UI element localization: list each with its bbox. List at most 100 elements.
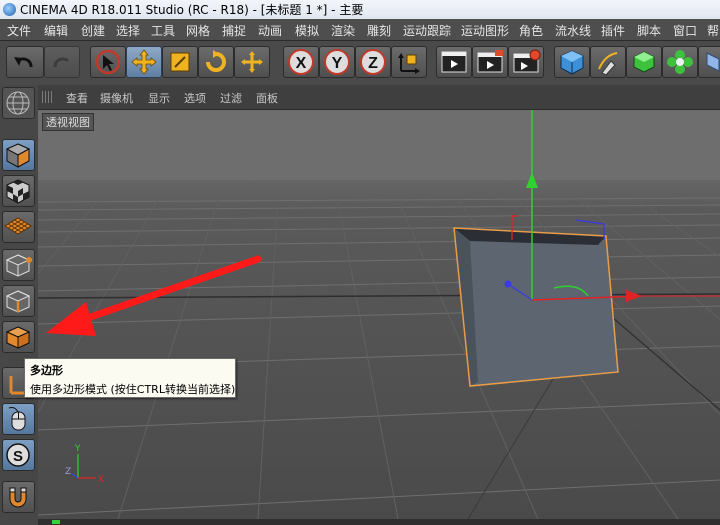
checker-cube-icon	[6, 179, 30, 204]
cinema4d-logo-icon	[3, 3, 16, 16]
undo-icon	[14, 57, 33, 68]
edge-mode-button[interactable]	[2, 285, 35, 317]
menu-script[interactable]: 脚本	[637, 22, 661, 39]
magnet-button[interactable]	[2, 481, 35, 513]
redo-icon	[53, 57, 70, 68]
tweak-mode-button[interactable]	[2, 403, 35, 435]
scale-icon	[170, 52, 190, 72]
pen-icon	[598, 52, 618, 76]
polygon-mode-tooltip: 多边形 使用多边形模式 (按住CTRL转换当前选择)	[24, 358, 236, 398]
sphere-icon	[706, 52, 720, 72]
move-last-icon	[241, 51, 263, 73]
y-axis-label: Y	[332, 55, 343, 72]
menu-render[interactable]: 渲染	[331, 22, 355, 39]
snap-button[interactable]: S	[2, 439, 35, 471]
select-arrow-icon	[95, 49, 121, 75]
viewport-menu-filter[interactable]: 过滤	[220, 90, 242, 106]
menu-sculpt[interactable]: 雕刻	[367, 22, 391, 39]
menu-window[interactable]: 窗口	[673, 22, 697, 39]
grid-plane-icon	[4, 217, 32, 235]
model-mode-button[interactable]	[2, 139, 35, 171]
render-picture-icon	[477, 50, 503, 73]
main-toolbar: X Y Z	[0, 41, 720, 86]
x-axis-icon: X	[288, 49, 314, 75]
add-sphere-button[interactable]	[698, 46, 720, 78]
last-tool-button[interactable]	[234, 46, 270, 78]
viewport-menu-panel[interactable]: 面板	[256, 90, 278, 106]
globe-icon	[6, 91, 30, 115]
undo-button[interactable]	[6, 46, 44, 78]
cloner-button[interactable]	[662, 46, 698, 78]
cube-model-icon	[5, 143, 31, 168]
point-mode-button[interactable]	[2, 249, 35, 281]
polygon-mode-button[interactable]	[2, 321, 35, 353]
viewport-scene: Y Z X	[38, 110, 720, 519]
viewport-menu-cameras[interactable]: 摄像机	[100, 90, 133, 106]
title-bar: CINEMA 4D R18.011 Studio (RC - R18) - [未…	[0, 0, 720, 20]
menu-tools[interactable]: 工具	[151, 22, 175, 39]
menu-pipeline[interactable]: 流水线	[555, 22, 591, 39]
render-settings-button[interactable]	[508, 46, 544, 78]
world-coords-icon	[398, 53, 420, 74]
menu-character[interactable]: 角色	[519, 22, 543, 39]
menu-select[interactable]: 选择	[116, 22, 140, 39]
x-axis-button[interactable]: X	[283, 46, 319, 78]
perspective-viewport[interactable]: Y Z X 透视视图	[38, 110, 720, 519]
menu-file[interactable]: 文件	[7, 22, 31, 39]
move-icon	[131, 49, 157, 75]
mouse-icon	[8, 407, 26, 431]
x-axis-label: X	[296, 55, 307, 72]
move-tool-button[interactable]	[126, 46, 162, 78]
point-mode-icon	[5, 254, 32, 277]
menu-motion-tracking[interactable]: 运动跟踪	[403, 22, 451, 39]
tooltip-description: 使用多边形模式 (按住CTRL转换当前选择)	[30, 383, 236, 396]
menu-edit[interactable]: 编辑	[44, 22, 68, 39]
add-cube-button[interactable]	[554, 46, 590, 78]
y-axis-button[interactable]: Y	[319, 46, 355, 78]
window-title: CINEMA 4D R18.011 Studio (RC - R18) - [未…	[20, 3, 364, 17]
menu-snap[interactable]: 捕捉	[222, 22, 246, 39]
corner-axis-y-label: Y	[74, 444, 81, 454]
grip-icon	[42, 91, 54, 103]
redo-button[interactable]	[44, 46, 80, 78]
viewport-menu-options[interactable]: 选项	[184, 90, 206, 106]
magnet-icon	[9, 487, 27, 508]
viewport-menu-display[interactable]: 显示	[148, 90, 170, 106]
z-axis-label: Z	[368, 55, 378, 72]
menu-create[interactable]: 创建	[81, 22, 105, 39]
render-view-icon	[441, 51, 467, 73]
subdivision-icon	[633, 51, 655, 73]
tooltip-title: 多边形	[30, 364, 63, 377]
texture-mode-button[interactable]	[2, 175, 35, 207]
make-editable-button[interactable]	[2, 87, 35, 119]
scale-tool-button[interactable]	[162, 46, 198, 78]
viewport-label: 透视视图	[42, 113, 94, 131]
menu-help[interactable]: 帮	[707, 22, 719, 39]
corner-axis-z-label: Z	[65, 467, 71, 477]
y-axis-icon: Y	[324, 49, 350, 75]
menu-animate[interactable]: 动画	[258, 22, 282, 39]
render-picture-viewer-button[interactable]	[472, 46, 508, 78]
z-axis-button[interactable]: Z	[355, 46, 391, 78]
menu-bar: 文件 编辑 创建 选择 工具 网格 捕捉 动画 模拟 渲染 雕刻 运动跟踪 运动…	[0, 19, 720, 41]
viewport-menu-bar: 查看 摄像机 显示 选项 过滤 面板	[38, 85, 720, 110]
render-settings-icon	[513, 49, 541, 73]
pen-tool-button[interactable]	[590, 46, 626, 78]
subdivision-surface-button[interactable]	[626, 46, 662, 78]
viewport-status-strip	[38, 519, 720, 525]
menu-simulate[interactable]: 模拟	[295, 22, 319, 39]
menu-mesh[interactable]: 网格	[186, 22, 210, 39]
cube-icon	[560, 50, 584, 75]
workplane-mode-button[interactable]	[2, 211, 35, 243]
status-indicator	[52, 520, 60, 524]
live-selection-button[interactable]	[90, 46, 126, 78]
svg-text:S: S	[13, 448, 23, 465]
viewport-menu-view[interactable]: 查看	[66, 90, 88, 106]
menu-mograph[interactable]: 运动图形	[461, 22, 509, 39]
rotate-tool-button[interactable]	[198, 46, 234, 78]
snap-s-icon: S	[6, 443, 30, 467]
menu-plugins[interactable]: 插件	[601, 22, 625, 39]
rotate-icon	[206, 50, 226, 72]
coordinate-system-button[interactable]	[391, 46, 427, 78]
render-view-button[interactable]	[436, 46, 472, 78]
